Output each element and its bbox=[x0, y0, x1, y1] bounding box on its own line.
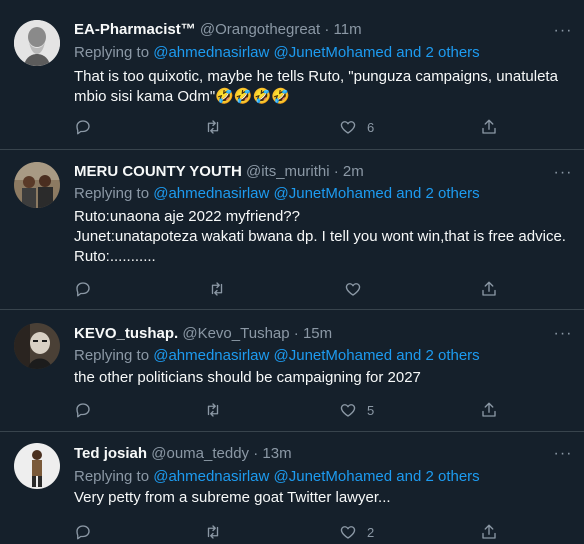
avatar[interactable] bbox=[14, 323, 60, 369]
retweet-button[interactable] bbox=[204, 115, 222, 139]
replying-to-link[interactable]: @ahmednasirlaw @JunetMohamed and 2 other… bbox=[153, 185, 479, 202]
retweet-button[interactable] bbox=[208, 277, 226, 301]
tweet[interactable]: KEVO_tushap. @Kevo_Tushap · 15m ··· Repl… bbox=[0, 310, 584, 432]
author-handle[interactable]: @Orangothegreat bbox=[200, 21, 320, 38]
replying-to-link[interactable]: @ahmednasirlaw @JunetMohamed and 2 other… bbox=[153, 347, 479, 364]
retweet-icon bbox=[207, 120, 219, 134]
retweet-button[interactable] bbox=[204, 520, 222, 544]
more-icon[interactable]: ··· bbox=[552, 323, 574, 345]
tweet-text-line: Ruto:unaona aje 2022 myfriend?? bbox=[74, 208, 300, 225]
tweet-actions bbox=[74, 277, 514, 301]
separator-dot: · bbox=[293, 325, 299, 342]
tweet-text: Ruto:unaona aje 2022 myfriend?? Junet:un… bbox=[74, 207, 579, 267]
retweet-icon bbox=[207, 403, 219, 417]
avatar[interactable] bbox=[14, 20, 60, 66]
replying-to-link[interactable]: @ahmednasirlaw @JunetMohamed and 2 other… bbox=[153, 468, 479, 485]
timestamp[interactable]: 11m bbox=[334, 21, 362, 38]
share-icon bbox=[482, 524, 496, 539]
timestamp[interactable]: 13m bbox=[262, 445, 291, 462]
share-button[interactable] bbox=[480, 398, 498, 422]
tweet[interactable]: MERU COUNTY YOUTH @its_murithi · 2m ··· … bbox=[0, 150, 584, 310]
author-name[interactable]: MERU COUNTY YOUTH bbox=[74, 163, 242, 180]
like-icon bbox=[340, 121, 356, 134]
reply-button[interactable] bbox=[74, 520, 92, 544]
timestamp[interactable]: 15m bbox=[303, 325, 332, 342]
retweet-icon bbox=[207, 525, 219, 539]
like-icon bbox=[345, 283, 361, 296]
tweet-text: the other politicians should be campaign… bbox=[74, 369, 421, 386]
replying-to-label: Replying to bbox=[74, 347, 150, 364]
retweet-button[interactable] bbox=[204, 398, 222, 422]
separator-dot: · bbox=[333, 163, 339, 180]
share-icon bbox=[482, 281, 496, 296]
tweet-text-line: Ruto:........... bbox=[74, 248, 156, 265]
more-icon[interactable]: ··· bbox=[552, 443, 574, 465]
tweet[interactable]: Ted josiah @ouma_teddy · 13m ··· Replyin… bbox=[0, 432, 584, 540]
replying-to-label: Replying to bbox=[74, 185, 150, 202]
tweet-actions: 5 bbox=[74, 398, 514, 422]
reply-icon bbox=[76, 120, 90, 135]
tweet[interactable]: EA-Pharmacist™ @Orangothegreat · 11m ···… bbox=[0, 0, 584, 150]
share-icon bbox=[482, 119, 496, 134]
separator-dot: · bbox=[253, 445, 259, 462]
tweet-actions: 6 bbox=[74, 115, 514, 139]
author-handle[interactable]: @ouma_teddy bbox=[151, 445, 249, 462]
share-button[interactable] bbox=[480, 277, 498, 301]
tweet-text: That is too quixotic, maybe he tells Rut… bbox=[74, 68, 558, 105]
share-button[interactable] bbox=[480, 520, 498, 544]
like-count: 2 bbox=[367, 524, 375, 540]
like-button[interactable] bbox=[344, 277, 372, 301]
reply-icon bbox=[76, 403, 90, 418]
timestamp[interactable]: 2m bbox=[343, 163, 364, 180]
avatar[interactable] bbox=[14, 162, 60, 208]
like-count: 5 bbox=[367, 402, 375, 418]
avatar[interactable] bbox=[14, 443, 60, 489]
author-handle[interactable]: @Kevo_Tushap bbox=[182, 325, 289, 342]
reply-button[interactable] bbox=[74, 398, 92, 422]
author-name[interactable]: Ted josiah bbox=[74, 445, 147, 462]
share-icon bbox=[482, 402, 496, 417]
share-button[interactable] bbox=[480, 115, 498, 139]
like-count: 6 bbox=[367, 119, 375, 135]
retweet-icon bbox=[211, 282, 223, 296]
like-button[interactable]: 6 bbox=[339, 115, 374, 139]
like-icon bbox=[340, 404, 356, 417]
replying-to-label: Replying to bbox=[74, 468, 150, 485]
author-handle[interactable]: @its_murithi bbox=[246, 163, 330, 180]
like-button[interactable]: 2 bbox=[339, 520, 374, 544]
reply-button[interactable] bbox=[74, 277, 92, 301]
author-name[interactable]: EA-Pharmacist™ bbox=[74, 21, 196, 38]
replying-to-link[interactable]: @ahmednasirlaw @JunetMohamed and 2 other… bbox=[153, 44, 479, 61]
tweet-actions: 2 bbox=[74, 520, 514, 544]
more-icon[interactable]: ··· bbox=[552, 162, 574, 184]
tweet-text: Very petty from a subreme goat Twitter l… bbox=[74, 489, 391, 506]
reply-button[interactable] bbox=[74, 115, 92, 139]
reply-icon bbox=[76, 282, 90, 297]
more-icon[interactable]: ··· bbox=[552, 20, 574, 42]
replying-to-label: Replying to bbox=[74, 44, 150, 61]
like-button[interactable]: 5 bbox=[339, 398, 374, 422]
reply-icon bbox=[76, 525, 90, 540]
tweet-text-line: Junet:unatapoteza wakati bwana dp. I tel… bbox=[74, 228, 566, 245]
author-name[interactable]: KEVO_tushap. bbox=[74, 325, 178, 342]
separator-dot: · bbox=[324, 21, 330, 38]
like-icon bbox=[340, 526, 356, 539]
